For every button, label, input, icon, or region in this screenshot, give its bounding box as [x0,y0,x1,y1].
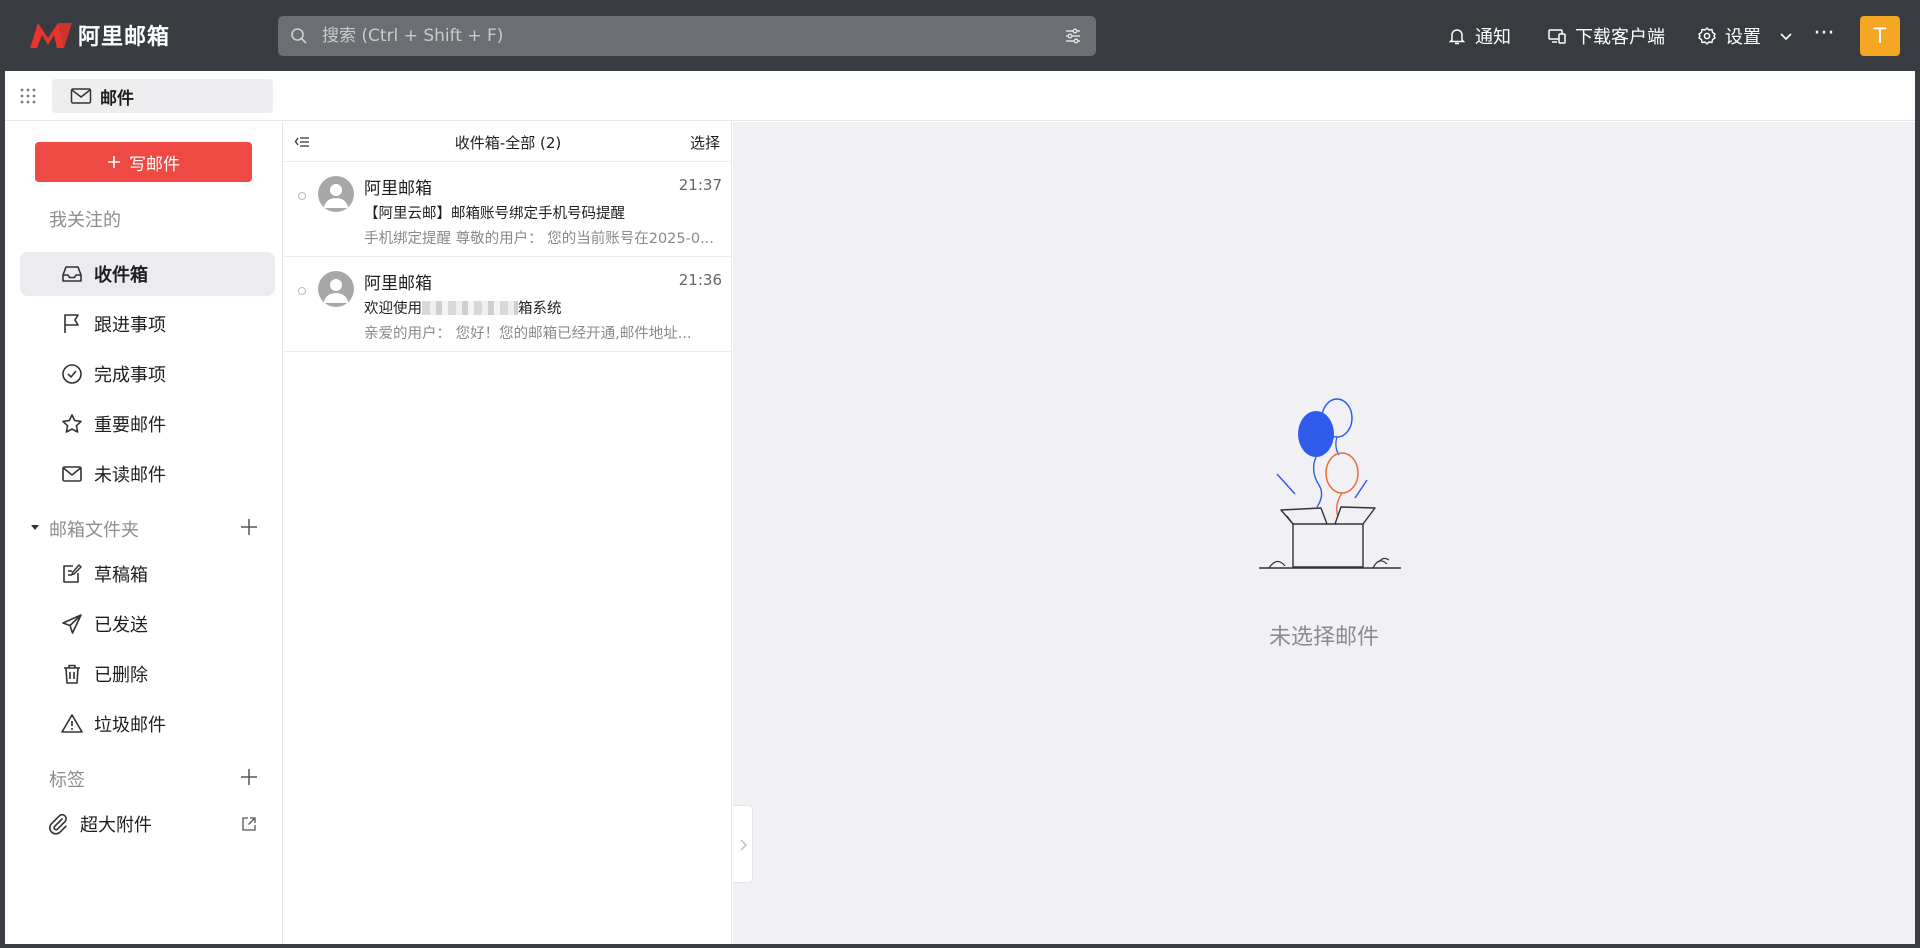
sender-avatar [318,271,354,307]
notify-button[interactable]: 通知 [1447,0,1511,71]
caret-down-icon[interactable] [27,519,43,535]
mail-row[interactable]: 阿里邮箱 21:37 【阿里云邮】邮箱账号绑定手机号码提醒 手机绑定提醒 尊敬的… [284,162,732,257]
more-menu-button[interactable]: ··· [1812,23,1836,48]
sidebar-item-label: 收件箱 [94,265,148,286]
message-list: 收件箱-全部 (2) 选择 阿里邮箱 21:37 【阿里云邮】邮箱账号绑定手机号… [284,122,732,944]
add-folder-icon[interactable] [239,517,259,537]
compose-label: 写邮件 [129,154,180,174]
sidebar-item-label: 重要邮件 [94,415,166,436]
person-icon [324,184,348,208]
check-circle-icon [62,364,82,384]
mail-app-label: 邮件 [100,88,134,109]
sidebar-item-completed[interactable]: 完成事项 [20,352,275,396]
app-grid-icon[interactable] [19,87,37,105]
envelope-icon [62,466,82,482]
mail-sender: 阿里邮箱 [364,274,432,294]
sender-avatar [318,176,354,212]
reading-pane: 未选择邮件 [733,122,1915,944]
message-list-header: 收件箱-全部 (2) 选择 [284,122,732,162]
redacted-blur [422,301,518,315]
chevron-right-icon [740,839,747,851]
expand-panel-handle[interactable] [733,805,753,883]
sidebar-item-sent[interactable]: 已发送 [20,602,275,646]
select-button[interactable]: 选择 [690,132,720,153]
search-bar[interactable] [278,16,1096,56]
settings-button[interactable]: 设置 [1697,0,1761,71]
sidebar-item-spam[interactable]: 垃圾邮件 [20,702,275,746]
devices-icon [1548,28,1566,44]
sidebar-item-follow-up[interactable]: 跟进事项 [20,302,275,346]
read-status-dot[interactable] [298,287,306,295]
notify-label: 通知 [1475,26,1511,48]
mail-subject: 【阿里云邮】邮箱账号绑定手机号码提醒 [364,206,625,222]
sidebar-item-unread[interactable]: 未读邮件 [20,452,275,496]
sidebar-item-label: 已发送 [94,615,148,636]
sidebar-item-drafts[interactable]: 草稿箱 [20,552,275,596]
plus-icon [108,156,120,168]
mail-sender: 阿里邮箱 [364,179,432,199]
send-icon [62,614,82,634]
sidebar-item-label: 超大附件 [80,815,152,836]
download-label: 下载客户端 [1575,26,1665,48]
user-avatar[interactable]: T [1860,16,1900,56]
sidebar-item-important[interactable]: 重要邮件 [20,402,275,446]
paperclip-icon [49,813,67,835]
add-tag-icon[interactable] [239,767,259,787]
followed-section-label: 我关注的 [49,210,121,231]
compose-button[interactable]: 写邮件 [35,142,252,182]
sidebar: 写邮件 我关注的 收件箱 跟进事项 完成事项 重要邮件 未读邮件 邮箱文件夹 草… [5,122,283,944]
sidebar-item-label: 跟进事项 [94,315,166,336]
logo[interactable]: 阿里邮箱 [28,19,170,51]
external-link-icon[interactable] [241,816,257,832]
logo-text: 阿里邮箱 [78,25,171,50]
search-icon [291,28,307,44]
mail-preview: 亲爱的用户： 您好！您的邮箱已经开通,邮件地址... [364,326,692,342]
settings-label: 设置 [1725,26,1761,48]
folders-section-label[interactable]: 邮箱文件夹 [49,516,139,542]
search-input[interactable] [322,16,1022,56]
sidebar-item-deleted[interactable]: 已删除 [20,652,275,696]
tags-section-label: 标签 [49,770,85,791]
chevron-down-icon[interactable] [1776,26,1796,46]
sidebar-item-label: 已删除 [94,665,148,686]
mail-subject-end: 箱系统 [518,301,562,317]
app-switcher-bar: 邮件 [5,71,1915,121]
top-bar: 阿里邮箱 通知 下载客户端 [0,0,1920,71]
mail-preview: 手机绑定提醒 尊敬的用户： 您的当前账号在2025-0... [364,231,714,247]
sidebar-item-label: 草稿箱 [94,565,148,586]
mail-time: 21:37 [678,176,722,194]
star-icon [62,414,82,433]
sidebar-item-label: 完成事项 [94,365,166,386]
read-status-dot[interactable] [298,192,306,200]
sidebar-item-label: 垃圾邮件 [94,715,166,736]
list-title: 收件箱-全部 (2) [454,134,562,152]
warning-icon [61,714,83,733]
sidebar-item-large-attachment[interactable]: 超大附件 [20,802,275,846]
mail-time: 21:36 [678,271,722,289]
bell-icon [1448,28,1466,44]
draft-icon [63,564,82,583]
filter-settings-icon[interactable] [1064,27,1082,45]
envelope-icon [70,88,92,104]
app-frame: 邮件 写邮件 我关注的 收件箱 跟进事项 完成事项 重要邮件 未读邮件 邮箱文件… [5,71,1915,944]
empty-state-text: 未选择邮件 [1268,625,1379,650]
gear-icon [1698,26,1716,45]
sidebar-item-inbox[interactable]: 收件箱 [20,252,275,296]
mail-app-tab[interactable]: 邮件 [52,79,273,113]
trash-icon [64,664,80,684]
logo-mark-icon [30,23,72,48]
mail-subject-start: 欢迎使用 [364,301,422,317]
person-icon [324,279,348,303]
mail-row[interactable]: 阿里邮箱 21:36 欢迎使用 箱系统 亲爱的用户： 您好！您的邮箱已经开通,邮件… [284,257,732,352]
mail-subject: 欢迎使用 箱系统 [364,297,562,318]
download-client-button[interactable]: 下载客户端 [1547,0,1665,71]
flag-icon [64,314,79,333]
balloon-gift-box-illustration [1259,398,1401,569]
inbox-icon [62,266,82,282]
sidebar-item-label: 未读邮件 [94,465,166,486]
